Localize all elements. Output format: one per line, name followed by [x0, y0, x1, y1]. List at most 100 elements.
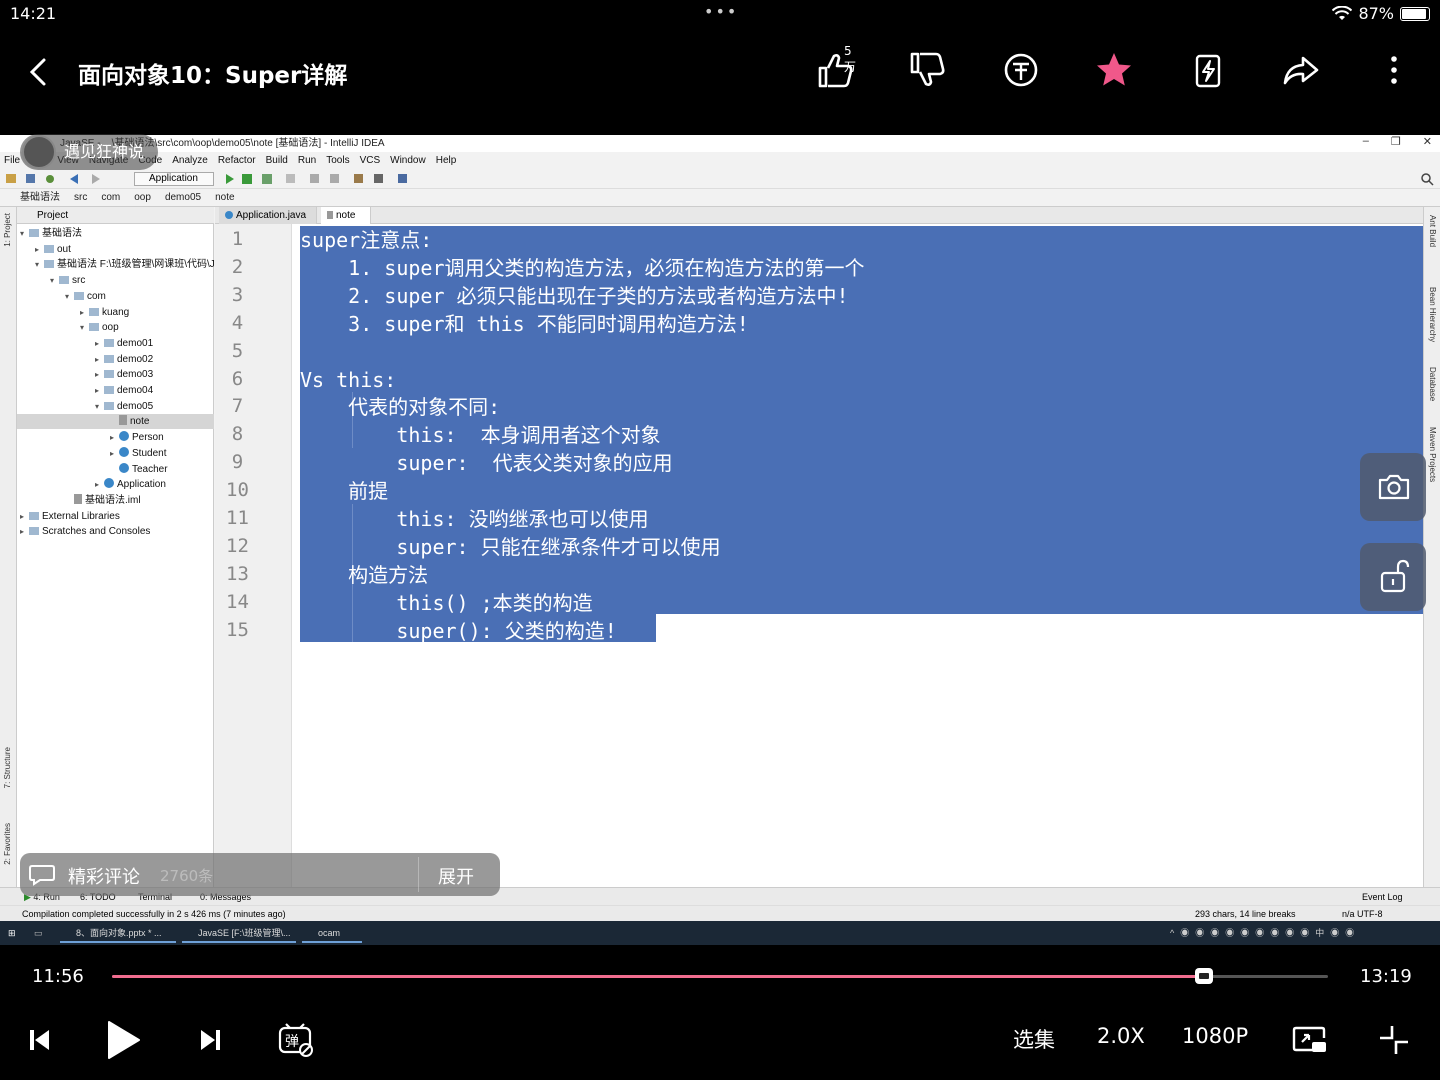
breadcrumb-item[interactable]: 基础语法 [20, 189, 60, 206]
tree-item[interactable]: ▸ demo01 [17, 336, 214, 351]
maven-tab[interactable]: Maven Projects [1428, 427, 1437, 482]
database-tab[interactable]: Database [1428, 367, 1437, 401]
code-line[interactable]: super: 代表父类对象的应用 [300, 449, 672, 477]
tree-item[interactable]: note [17, 414, 214, 430]
tree-item[interactable]: ▾ demo05 [17, 399, 214, 414]
run-config-select[interactable]: Application [134, 172, 214, 186]
tree-item[interactable]: ▸ External Libraries [17, 509, 214, 524]
code-line[interactable]: 1. super调用父类的构造方法，必须在构造方法的第一个 [300, 254, 864, 282]
tree-item[interactable]: ▾ com [17, 289, 214, 304]
next-button[interactable] [188, 1018, 232, 1062]
chevron-down-icon[interactable]: ▾ [80, 320, 89, 335]
chevron-down-icon[interactable]: ▾ [20, 226, 29, 241]
menu-item-help[interactable]: Help [436, 152, 457, 169]
progress-bar[interactable] [112, 968, 1328, 984]
chevron-right-icon[interactable]: ▸ [95, 367, 104, 382]
dislike-button[interactable] [906, 48, 950, 92]
tree-item[interactable]: ▾ oop [17, 320, 214, 335]
code-line[interactable]: 3. super和 this 不能同时调用构造方法! [300, 310, 749, 338]
tree-item[interactable]: ▸ Application [17, 477, 214, 492]
chevron-right-icon[interactable]: ▸ [110, 446, 119, 461]
chevron-down-icon[interactable]: ▾ [50, 273, 59, 288]
tab-application-java[interactable]: Application.java [219, 207, 317, 224]
tree-item[interactable]: Teacher [17, 462, 214, 477]
tree-item[interactable]: 基础语法.iml [17, 493, 214, 508]
chevron-right-icon[interactable]: ▸ [20, 524, 29, 539]
breadcrumb-item[interactable]: com [101, 189, 120, 206]
multitask-dots[interactable]: ••• [704, 2, 738, 21]
structure-tool-tab[interactable]: 7: Structure [3, 747, 12, 788]
menu-item-vcs[interactable]: VCS [360, 152, 381, 169]
menu-item-refactor[interactable]: Refactor [218, 152, 256, 169]
favorite-button[interactable] [1092, 48, 1136, 92]
code-line[interactable]: this: 没哟继承也可以使用 [300, 505, 648, 533]
status-encoding[interactable]: n/a UTF-8 [1342, 906, 1383, 922]
breadcrumb-item[interactable]: demo05 [165, 189, 201, 206]
menu-item-build[interactable]: Build [266, 152, 288, 169]
code-line[interactable]: this() ;本类的构造 [300, 589, 592, 617]
cast-button[interactable] [1288, 1018, 1332, 1062]
like-button[interactable]: 5万 [814, 44, 858, 92]
code-line[interactable]: 前提 [300, 477, 388, 505]
menu-item-run[interactable]: Run [298, 152, 316, 169]
taskbar-item-idea[interactable]: JavaSE [F:\班级管理\... [182, 923, 296, 943]
chevron-right-icon[interactable]: ▸ [20, 509, 29, 524]
project-panel-header[interactable]: Project [17, 207, 214, 224]
code-line[interactable]: super: 只能在继承条件才可以使用 [300, 533, 720, 561]
favorites-tool-tab[interactable]: 2: Favorites [3, 823, 12, 865]
chevron-right-icon[interactable]: ▸ [95, 383, 104, 398]
chevron-right-icon[interactable]: ▸ [95, 477, 104, 492]
tree-item[interactable]: ▾ src [17, 273, 214, 288]
code-line[interactable]: 构造方法 [300, 561, 428, 589]
menu-item-file[interactable]: File [4, 152, 20, 169]
tree-item[interactable]: ▸ demo02 [17, 352, 214, 367]
screen-lock-button[interactable] [1360, 543, 1426, 611]
screenshot-button[interactable] [1360, 453, 1426, 521]
chevron-right-icon[interactable]: ▸ [35, 242, 44, 257]
code-line[interactable]: 代表的对象不同: [300, 393, 500, 421]
chevron-right-icon[interactable]: ▸ [95, 336, 104, 351]
episodes-button[interactable]: 选集 [1013, 1024, 1055, 1054]
menu-item-window[interactable]: Window [390, 152, 426, 169]
breadcrumb-item[interactable]: src [74, 189, 87, 206]
quality-button[interactable]: 1080P [1182, 1024, 1248, 1048]
chevron-right-icon[interactable]: ▸ [80, 305, 89, 320]
project-tool-tab[interactable]: 1: Project [3, 213, 12, 247]
code-line[interactable]: 2. super 必须只能出现在子类的方法或者构造方法中! [300, 282, 848, 310]
tree-item[interactable]: ▾ 基础语法 [17, 226, 214, 241]
flash-charge-button[interactable] [1186, 48, 1230, 92]
more-menu-button[interactable] [1372, 48, 1416, 92]
menu-item-tools[interactable]: Tools [326, 152, 349, 169]
chevron-right-icon[interactable]: ▸ [95, 352, 104, 367]
breadcrumb-item[interactable]: oop [134, 189, 151, 206]
code-editor[interactable]: super注意点: 1. super调用父类的构造方法，必须在构造方法的第一个 … [292, 224, 1423, 887]
system-tray-icons[interactable]: ^◉◉◉◉◉◉◉◉◉中◉◉ [1170, 921, 1360, 945]
code-line[interactable]: this: 本身调用者这个对象 [300, 421, 660, 449]
play-button[interactable] [100, 1018, 144, 1062]
menu-item-analyze[interactable]: Analyze [172, 152, 208, 169]
taskbar-item-pptx[interactable]: 8、面向对象.pptx * ... [60, 923, 176, 943]
task-view-icon[interactable]: ▭ [34, 921, 43, 945]
breadcrumb-item[interactable]: note [215, 189, 234, 206]
event-log-tab[interactable]: Event Log [1362, 888, 1403, 906]
ant-build-tab[interactable]: Ant Build [1428, 215, 1437, 247]
search-icon[interactable] [1420, 172, 1434, 186]
tree-item[interactable]: ▾ 基础语法 F:\班级管理\网课班\代码\Ja [17, 257, 220, 272]
hierarchy-tab[interactable]: Bean Hierarchy [1428, 287, 1437, 342]
exit-fullscreen-button[interactable] [1372, 1018, 1416, 1062]
tab-note[interactable]: note × [321, 207, 371, 238]
comment-preview-bar[interactable]: 精彩评论 2760条 展开 [20, 853, 500, 896]
danmaku-toggle-button[interactable]: 弹 [274, 1018, 318, 1062]
share-button[interactable] [1279, 48, 1323, 92]
chevron-down-icon[interactable]: ▾ [65, 289, 74, 304]
back-button[interactable] [24, 52, 54, 92]
chevron-down-icon[interactable]: ▾ [35, 257, 44, 272]
tree-item[interactable]: ▸ Person [17, 430, 214, 445]
previous-button[interactable] [18, 1018, 62, 1062]
tree-item[interactable]: ▸ Scratches and Consoles [17, 524, 214, 539]
chevron-down-icon[interactable]: ▾ [95, 399, 104, 414]
code-line[interactable]: super(): 父类的构造! [300, 617, 616, 645]
code-line[interactable]: super注意点: [300, 226, 432, 254]
coin-button[interactable] [999, 48, 1043, 92]
chevron-right-icon[interactable]: ▸ [110, 430, 119, 445]
